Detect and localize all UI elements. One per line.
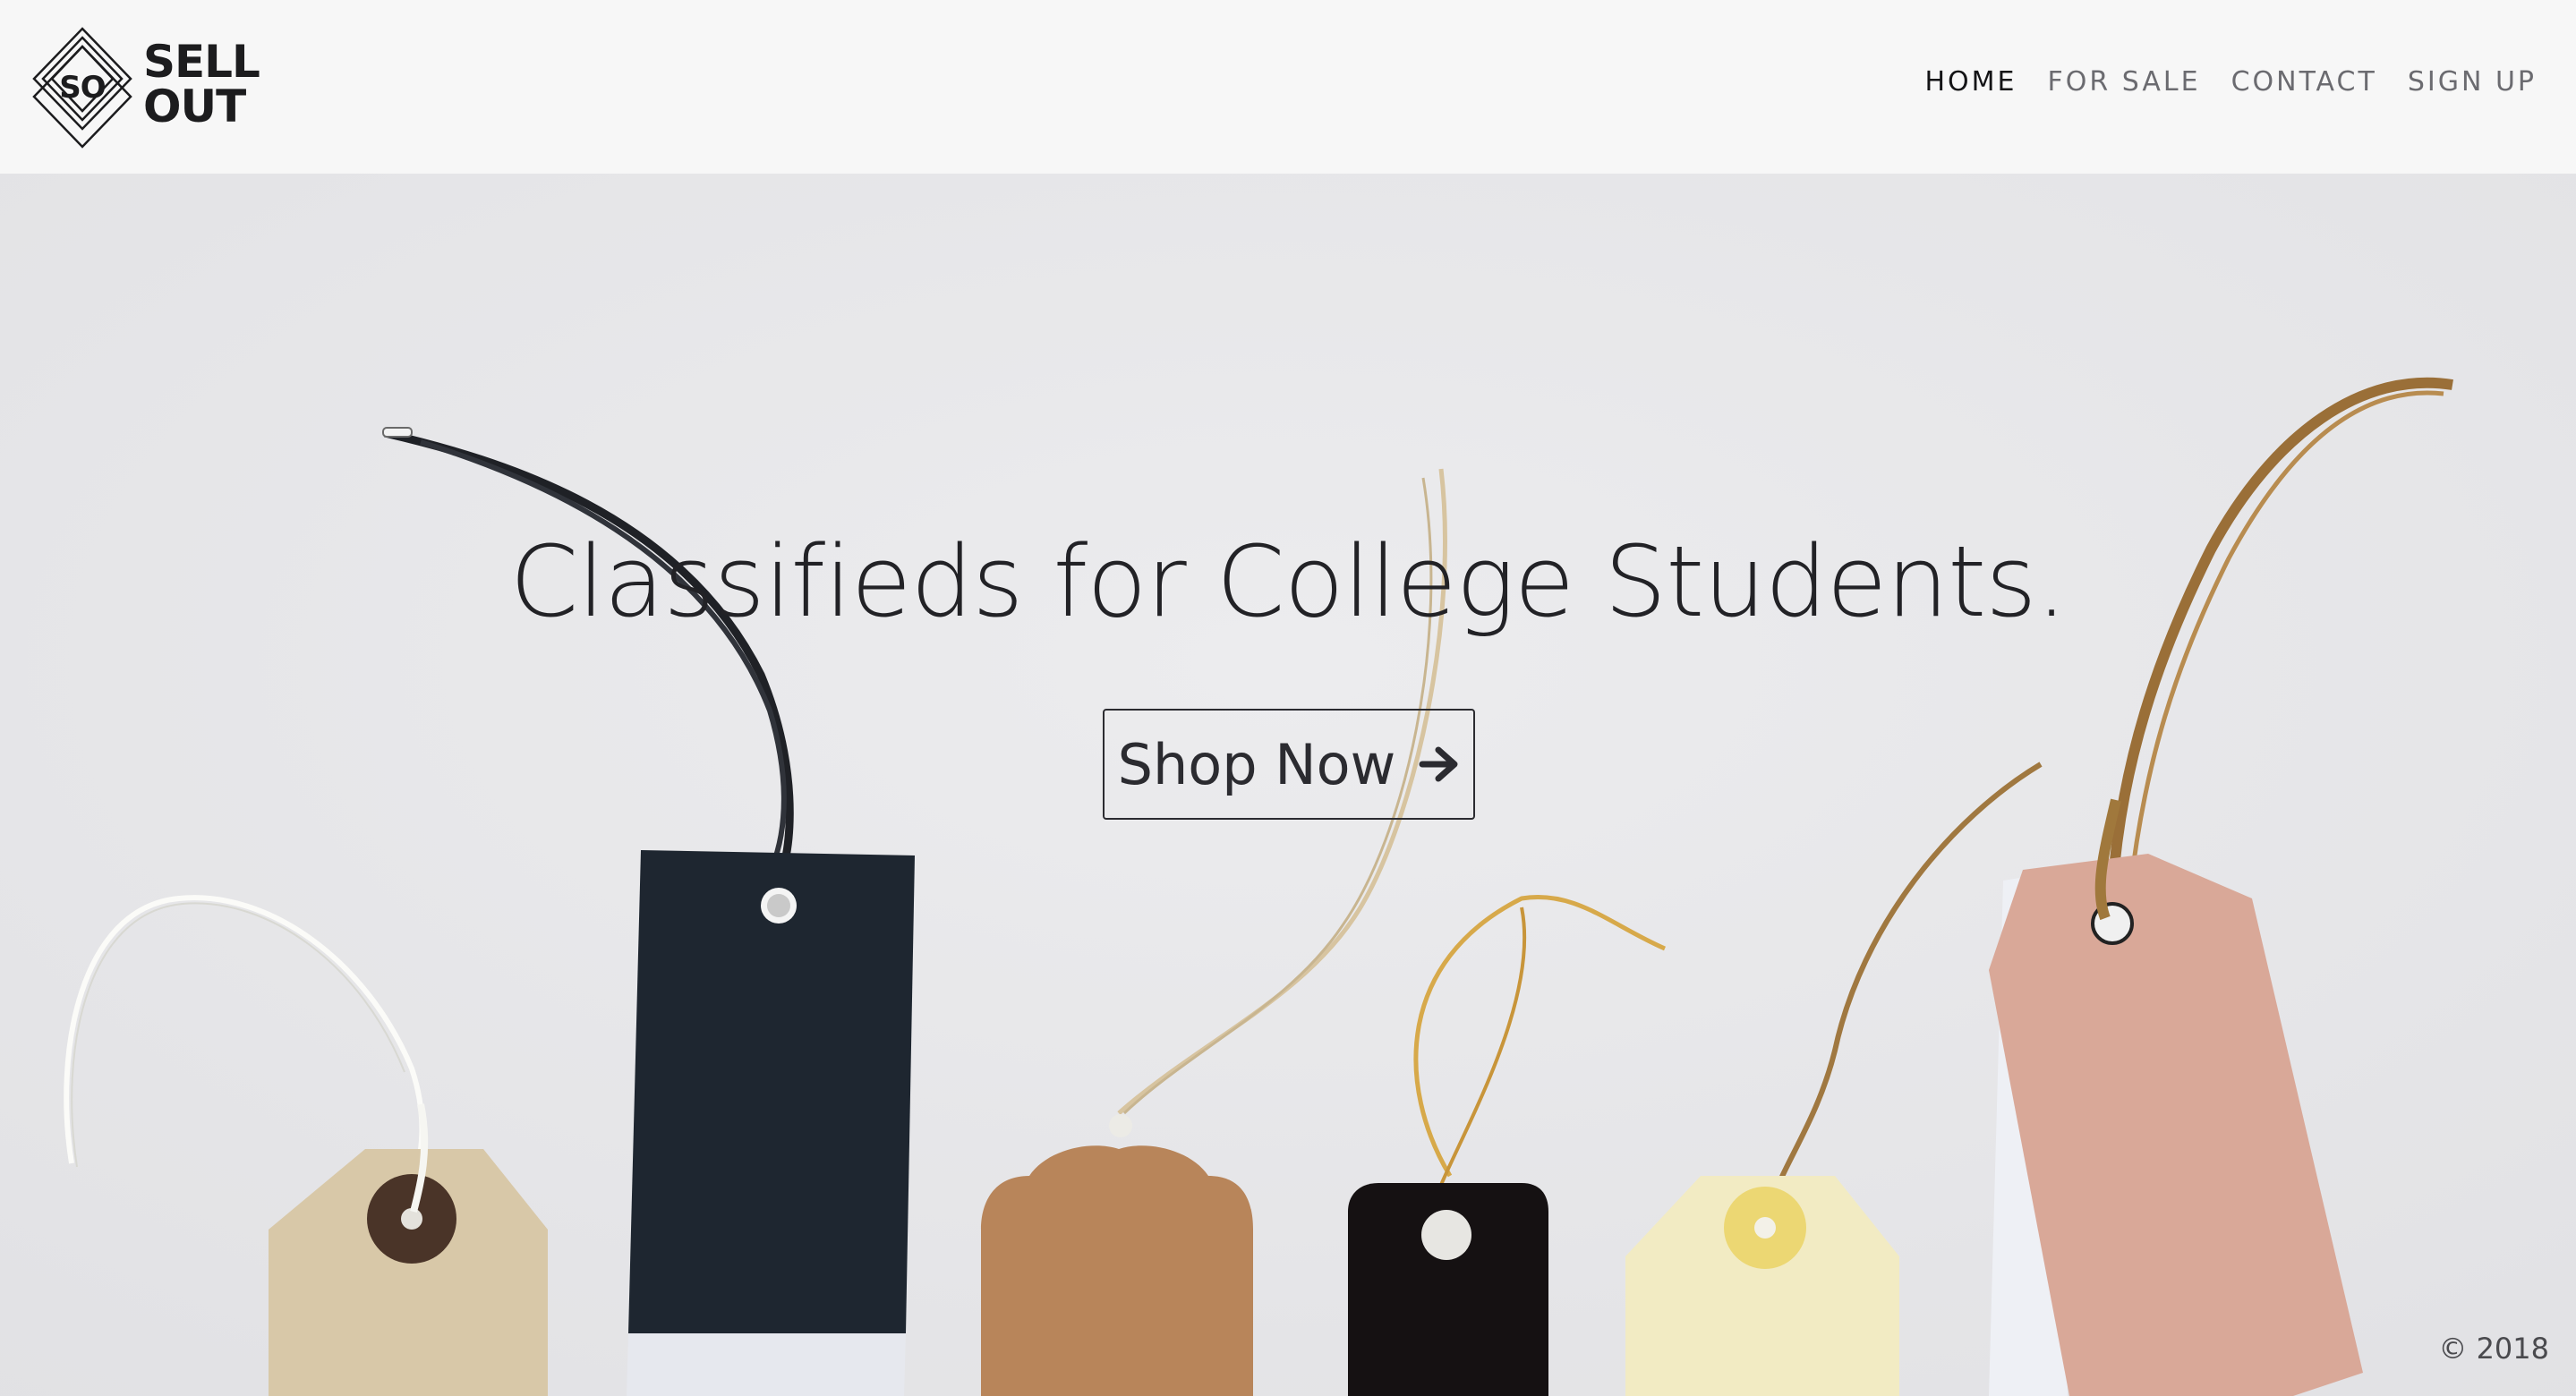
- nav-sign-up[interactable]: SIGN UP: [2408, 66, 2537, 98]
- arrow-right-icon: [1419, 746, 1458, 782]
- logo-wordmark: SELL OUT: [143, 39, 260, 129]
- shop-now-label: Shop Now: [1117, 731, 1396, 797]
- hero-headline: Classifieds for College Students.: [509, 524, 2067, 639]
- nav-for-sale[interactable]: FOR SALE: [2048, 66, 2201, 98]
- logo-word-out: OUT: [143, 81, 246, 132]
- nav-contact[interactable]: CONTACT: [2231, 66, 2377, 98]
- brand-logo[interactable]: SO SELL OUT: [32, 27, 265, 149]
- logo-word-sell: SELL: [143, 36, 260, 88]
- site-header: SO SELL OUT HOME FOR SALE CONTACT SIGN U…: [0, 0, 2576, 174]
- main-nav: HOME FOR SALE CONTACT SIGN UP: [1925, 66, 2538, 98]
- shop-now-button[interactable]: Shop Now: [1103, 709, 1475, 820]
- logo-monogram: SO: [59, 70, 106, 106]
- hero-section: Classifieds for College Students. Shop N…: [0, 174, 2576, 1396]
- copyright-notice: © 2018: [2438, 1332, 2549, 1366]
- nav-home[interactable]: HOME: [1925, 66, 2017, 98]
